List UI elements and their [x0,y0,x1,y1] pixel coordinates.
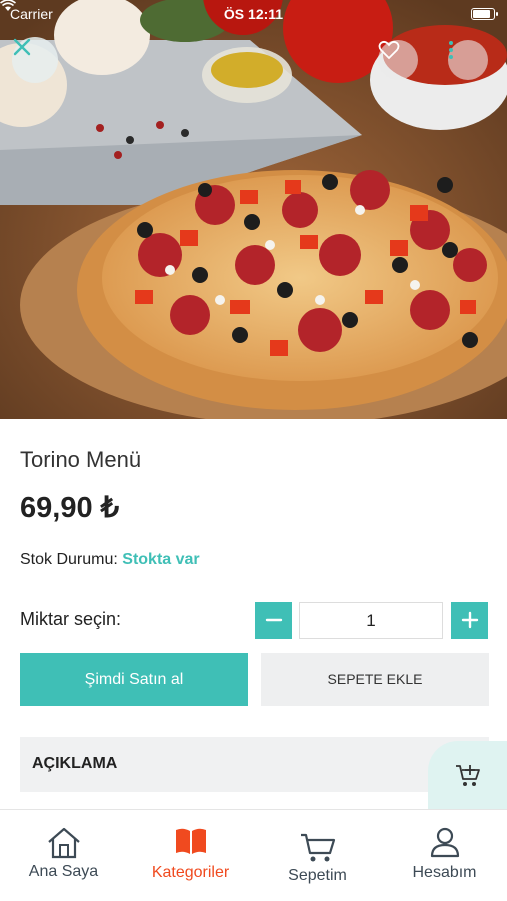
more-vertical-icon [449,41,453,59]
minus-icon [265,618,282,622]
floating-cart-button[interactable] [428,741,507,810]
stock-status: Stok Durumu: Stokta var [20,551,200,569]
pizza-photo [0,0,507,419]
description-label: AÇIKLAMA [32,755,118,772]
tab-home[interactable]: Ana Saya [0,810,127,901]
status-bar: Carrier ÖS 12:11 [0,0,507,28]
tab-bar: Ana Saya Kategoriler Sepetim Hesabım [0,809,507,901]
home-icon [47,827,80,859]
quantity-increase-button[interactable] [451,602,488,639]
stock-value: Stokta var [122,551,200,568]
tab-account-label: Hesabım [412,864,477,881]
product-title: Torino Menü [20,447,142,472]
battery-icon [471,8,498,20]
buy-now-button[interactable]: Şimdi Satın al [20,653,248,706]
tab-cart-label: Sepetim [288,867,347,884]
status-time: ÖS 12:11 [223,6,284,22]
heart-icon [378,40,400,60]
product-price: 69,90 ₺ [20,492,120,524]
tab-categories-label: Kategoriler [151,864,230,881]
close-icon [13,38,31,56]
book-icon [175,828,206,854]
quantity-label: Miktar seçin: [20,609,122,629]
close-button[interactable] [12,37,58,83]
quantity-decrease-button[interactable] [255,602,292,639]
more-options-button[interactable] [448,40,488,80]
plus-icon [461,611,478,629]
tab-account[interactable]: Hesabım [381,810,507,901]
tab-cart[interactable]: Sepetim [254,810,381,901]
quantity-input[interactable]: 1 [299,602,443,639]
tab-categories[interactable]: Kategoriler [127,810,254,901]
user-icon [430,827,459,858]
cart-icon [300,833,335,862]
product-image: Carrier ÖS 12:11 [0,0,507,419]
add-to-cart-button[interactable]: SEPETE EKLE [261,653,489,706]
description-section[interactable]: AÇIKLAMA [20,737,489,792]
stock-label: Stok Durumu: [20,551,118,568]
cart-add-icon [455,764,480,786]
favorite-button[interactable] [378,40,418,80]
tab-home-label: Ana Saya [28,863,99,880]
